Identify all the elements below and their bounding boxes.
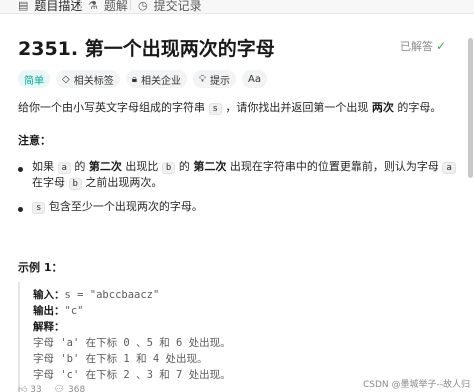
example-input: 输入：s = "abccbaacz" bbox=[33, 289, 160, 301]
scrollbar-thumb[interactable] bbox=[468, 38, 473, 178]
clock-icon: ◷ bbox=[138, 0, 148, 12]
difficulty-badge: 简单 bbox=[18, 70, 50, 88]
note-1-line-1: 如果 a 的 第二次 出现比 b 的 第二次 出现在字符串中的位置更靠前，则认为… bbox=[32, 159, 456, 176]
problem-intro: 给你一个由小写英文字母组成的字符串 s ，请你找出并返回第一个出现 两次 的字母… bbox=[18, 101, 442, 115]
check-circle-icon: ✓ bbox=[436, 39, 447, 53]
example-heading: 示例 1： bbox=[18, 261, 63, 274]
tab-submissions[interactable]: ◷ 提交记录 bbox=[138, 0, 202, 13]
lightbulb-icon: 💡︎ bbox=[199, 73, 207, 85]
explanation-line: 字母 'c' 在下标 2 、3 和 7 处出现。 bbox=[33, 369, 231, 381]
related-companies-tag[interactable]: 🔒︎ 相关企业 bbox=[125, 70, 188, 88]
document-icon: ▤ bbox=[18, 0, 29, 12]
bullet-dot bbox=[18, 207, 23, 212]
problem-title: 2351. 第一个出现两次的字母 bbox=[18, 38, 275, 60]
footer-stats: 👍︎ 33 💬︎ 368 bbox=[18, 385, 85, 392]
note-2: s 包含至少一个出现两次的字母。 bbox=[32, 199, 203, 216]
explanation-line: 字母 'b' 在下标 1 和 4 处出现。 bbox=[33, 353, 208, 365]
tab-divider bbox=[80, 0, 81, 10]
tag-row: 简单 ◇ 相关标签 🔒︎ 相关企业 💡︎ 提示 Aa bbox=[18, 70, 267, 88]
solved-label: 已解答 bbox=[400, 40, 433, 53]
related-topics-tag[interactable]: ◇ 相关标签 bbox=[56, 70, 120, 88]
explanation-line: 字母 'a' 在下标 0 、5 和 6 处出现。 bbox=[33, 337, 231, 349]
tab-label: 题目描述 bbox=[34, 0, 83, 13]
note-1-line-2: 在字母 b 之前出现两次。 bbox=[32, 176, 163, 190]
tag-icon: ◇ bbox=[62, 73, 70, 85]
comment-button[interactable]: 💬︎ 368 bbox=[54, 385, 85, 392]
tab-label: 题解 bbox=[103, 0, 128, 13]
tab-divider bbox=[130, 0, 131, 10]
tab-description[interactable]: ▤ 题目描述 bbox=[18, 0, 83, 13]
like-button[interactable]: 👍︎ 33 bbox=[18, 385, 42, 392]
hint-tag[interactable]: 💡︎ 提示 bbox=[193, 70, 237, 88]
solved-status: 已解答 ✓ bbox=[400, 38, 446, 54]
watermark: CSDN @墨城举子--故人归 bbox=[362, 377, 470, 390]
tab-solutions[interactable]: ⚗ 题解 bbox=[88, 0, 128, 13]
note-heading: 注意： bbox=[18, 134, 51, 147]
inline-code: s bbox=[208, 103, 222, 115]
example-output: 输出："c" bbox=[33, 305, 84, 317]
flask-icon: ⚗ bbox=[88, 0, 98, 12]
tab-label: 提交记录 bbox=[153, 0, 202, 13]
font-size-button[interactable]: Aa bbox=[242, 70, 267, 88]
example-explanation-label: 解释： bbox=[33, 321, 65, 333]
bullet-dot bbox=[18, 167, 23, 172]
lock-icon: 🔒︎ bbox=[131, 73, 138, 85]
example-block: 输入：s = "abccbaacz" 输出："c" 解释： 字母 'a' 在下标… bbox=[18, 282, 458, 392]
tab-bar: ▤ 题目描述 ⚗ 题解 ◷ 提交记录 bbox=[0, 0, 474, 14]
